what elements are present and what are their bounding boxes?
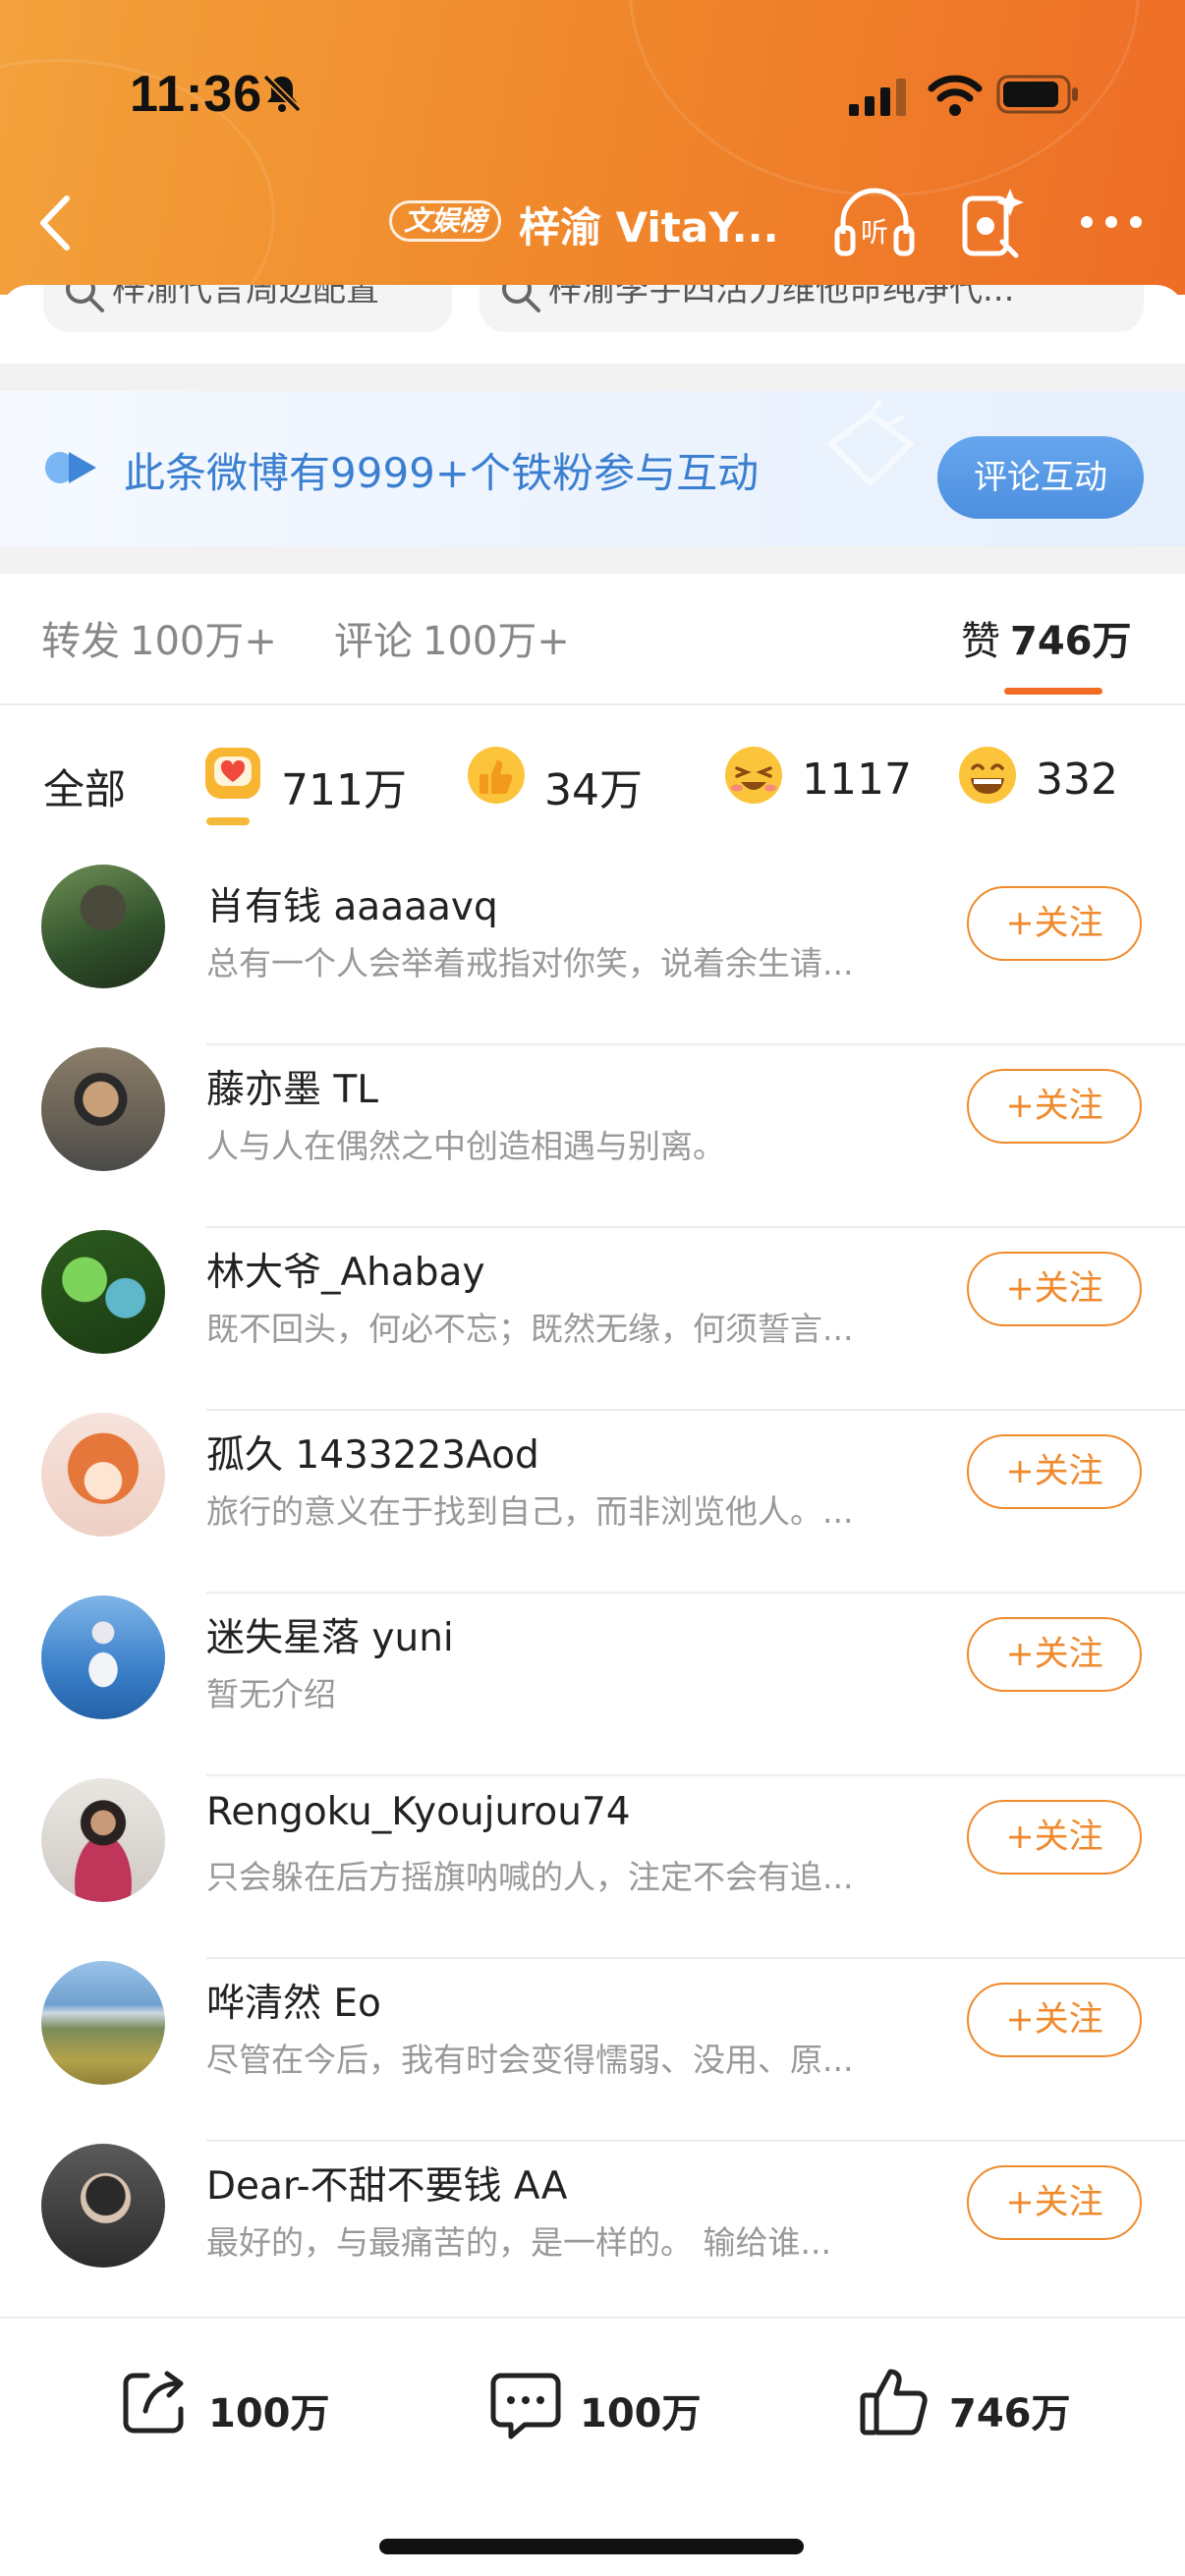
top-header: 11:36 文娱榜 梓渝 VitaY... 听 — [0, 0, 1185, 295]
avatar[interactable] — [41, 1230, 165, 1354]
bottom-action-bar: 100万 100万 746万 — [0, 2317, 1185, 2576]
tab-count: 100万+ — [130, 619, 277, 664]
user-name[interactable]: 孤久 1433223Aod — [206, 1425, 539, 1480]
avatar[interactable] — [41, 1778, 165, 1902]
home-indicator[interactable] — [379, 2539, 804, 2554]
svg-text:听: 听 — [861, 216, 888, 249]
avatar[interactable] — [41, 1047, 165, 1171]
wifi-icon — [928, 75, 983, 116]
status-time: 11:36 — [130, 66, 263, 123]
tab-label: 赞 — [961, 619, 1000, 664]
avatar[interactable] — [41, 1596, 165, 1719]
laughing-face-icon — [725, 747, 782, 804]
back-arrow-icon[interactable] — [28, 189, 90, 257]
tab-comments[interactable]: 评论 100万+ — [334, 609, 570, 666]
battery-icon — [996, 75, 1078, 114]
reaction-count: 1117 — [802, 755, 912, 805]
user-row[interactable]: 藤亦墨 TL 人与人在偶然之中创造相遇与别离。 +关注 — [0, 1045, 1185, 1228]
avatar[interactable] — [41, 865, 165, 988]
reaction-filter-bar: 全部 711万 34万 1117 332 — [0, 705, 1185, 823]
follow-button[interactable]: +关注 — [967, 1983, 1142, 2057]
user-name[interactable]: 哗清然 Eo — [206, 1973, 381, 2028]
related-search-text: 梓渝李宇四活力维他命纯净代... — [548, 285, 1015, 309]
thumbs-up-outline-icon — [860, 2369, 928, 2436]
thumbs-up-icon — [468, 747, 525, 804]
user-row[interactable]: 孤久 1433223Aod 旅行的意义在于找到自己，而非浏览他人。... +关注 — [0, 1411, 1185, 1594]
active-tab-indicator — [1004, 688, 1102, 695]
user-name[interactable]: Rengoku_Kyoujurou74 — [206, 1790, 631, 1834]
follow-button[interactable]: +关注 — [967, 1617, 1142, 1692]
comment-icon — [490, 2373, 561, 2439]
avatar[interactable] — [41, 2144, 165, 2268]
comment-count: 100万 — [580, 2391, 702, 2436]
reaction-count: 332 — [1036, 755, 1118, 805]
user-name[interactable]: Dear-不甜不要钱 AA — [206, 2156, 567, 2211]
repost-count: 100万 — [208, 2391, 330, 2436]
tab-count: 746万 — [1010, 619, 1132, 664]
reaction-count: 711万 — [281, 765, 407, 815]
section-divider — [0, 546, 1185, 574]
user-bio: 最好的，与最痛苦的，是一样的。 输给谁... — [206, 2223, 831, 2262]
cellular-signal-icon — [849, 79, 906, 116]
tab-label: 评论 — [334, 619, 413, 664]
user-row[interactable]: Dear-不甜不要钱 AA 最好的，与最痛苦的，是一样的。 输给谁... +关注 — [0, 2142, 1185, 2324]
tab-reposts[interactable]: 转发 100万+ — [41, 609, 277, 666]
user-bio: 既不回头，何必不忘；既然无缘，何须誓言... — [206, 1310, 854, 1348]
fans-interaction-icon — [45, 452, 96, 483]
bell-muted-icon — [262, 74, 302, 113]
active-reaction-indicator — [206, 817, 250, 825]
user-bio: 只会躲在后方摇旗呐喊的人，注定不会有追... — [206, 1858, 854, 1896]
user-name[interactable]: 肖有钱 aaaaavq — [206, 876, 498, 931]
grinning-face-icon — [959, 747, 1016, 804]
user-bio: 尽管在今后，我有时会变得懦弱、没用、原... — [206, 2041, 854, 2079]
search-icon — [66, 285, 104, 312]
tab-count: 100万+ — [423, 619, 570, 664]
like-count: 746万 — [949, 2391, 1071, 2436]
search-icon — [502, 285, 540, 312]
share-icon — [123, 2371, 184, 2434]
likes-panel: 梓渝代言周边配置 梓渝李宇四活力维他命纯净代... 此条微博有9999+个铁粉参… — [0, 285, 1185, 2576]
gift-card-icon[interactable] — [959, 183, 1028, 261]
page-title: 梓渝 VitaY... — [519, 203, 779, 252]
user-name[interactable]: 藤亦墨 TL — [206, 1059, 378, 1114]
user-row[interactable]: 迷失星落 yuni 暂无介绍 +关注 — [0, 1594, 1185, 1776]
user-name[interactable]: 迷失星落 yuni — [206, 1607, 454, 1662]
reaction-count: 34万 — [544, 765, 643, 815]
tab-likes[interactable]: 赞 746万 — [961, 609, 1132, 666]
user-bio: 人与人在偶然之中创造相遇与别离。 — [206, 1127, 725, 1165]
user-bio: 总有一个人会举着戒指对你笑，说着余生请... — [206, 944, 854, 982]
reaction-filter-all[interactable]: 全部 — [43, 756, 126, 816]
follow-button[interactable]: +关注 — [967, 1800, 1142, 1875]
related-search-chip[interactable]: 梓渝代言周边配置 — [43, 285, 452, 332]
headphones-listen-icon[interactable]: 听 — [833, 185, 916, 259]
heart-face-icon — [205, 748, 260, 799]
follow-button[interactable]: +关注 — [967, 2165, 1142, 2240]
user-name[interactable]: 林大爷_Ahabay — [206, 1242, 485, 1297]
avatar[interactable] — [41, 1413, 165, 1537]
user-row[interactable]: 林大爷_Ahabay 既不回头，何必不忘；既然无缘，何须誓言... +关注 — [0, 1228, 1185, 1411]
follow-button[interactable]: +关注 — [967, 886, 1142, 961]
iron-fans-text: 此条微博有9999+个铁粉参与互动 — [124, 449, 760, 497]
follow-button[interactable]: +关注 — [967, 1069, 1142, 1144]
tab-label: 转发 — [41, 619, 120, 664]
status-bar: 11:36 — [0, 0, 1185, 187]
related-search-text: 梓渝代言周边配置 — [112, 285, 379, 309]
follow-button[interactable]: +关注 — [967, 1434, 1142, 1509]
iron-fans-banner: 此条微博有9999+个铁粉参与互动 评论互动 — [0, 391, 1185, 546]
interaction-tabs: 转发 100万+ 评论 100万+ 赞 746万 — [0, 574, 1185, 696]
user-bio: 暂无介绍 — [206, 1675, 336, 1713]
entertainment-rank-tag[interactable]: 文娱榜 — [389, 200, 502, 242]
comment-interact-button[interactable]: 评论互动 — [937, 436, 1144, 519]
user-row[interactable]: Rengoku_Kyoujurou74 只会躲在后方摇旗呐喊的人，注定不会有追.… — [0, 1776, 1185, 1959]
user-bio: 旅行的意义在于找到自己，而非浏览他人。... — [206, 1492, 854, 1531]
related-search-chip[interactable]: 梓渝李宇四活力维他命纯净代... — [480, 285, 1144, 332]
user-row[interactable]: 肖有钱 aaaaavq 总有一个人会举着戒指对你笑，说着余生请... +关注 — [0, 863, 1185, 1045]
banner-decoration — [826, 399, 915, 488]
section-divider — [0, 364, 1185, 391]
avatar[interactable] — [41, 1961, 165, 2085]
user-row[interactable]: 哗清然 Eo 尽管在今后，我有时会变得懦弱、没用、原... +关注 — [0, 1959, 1185, 2142]
nav-bar: 文娱榜 梓渝 VitaY... 听 — [0, 177, 1185, 265]
more-options-icon[interactable] — [1077, 202, 1146, 242]
follow-button[interactable]: +关注 — [967, 1252, 1142, 1326]
